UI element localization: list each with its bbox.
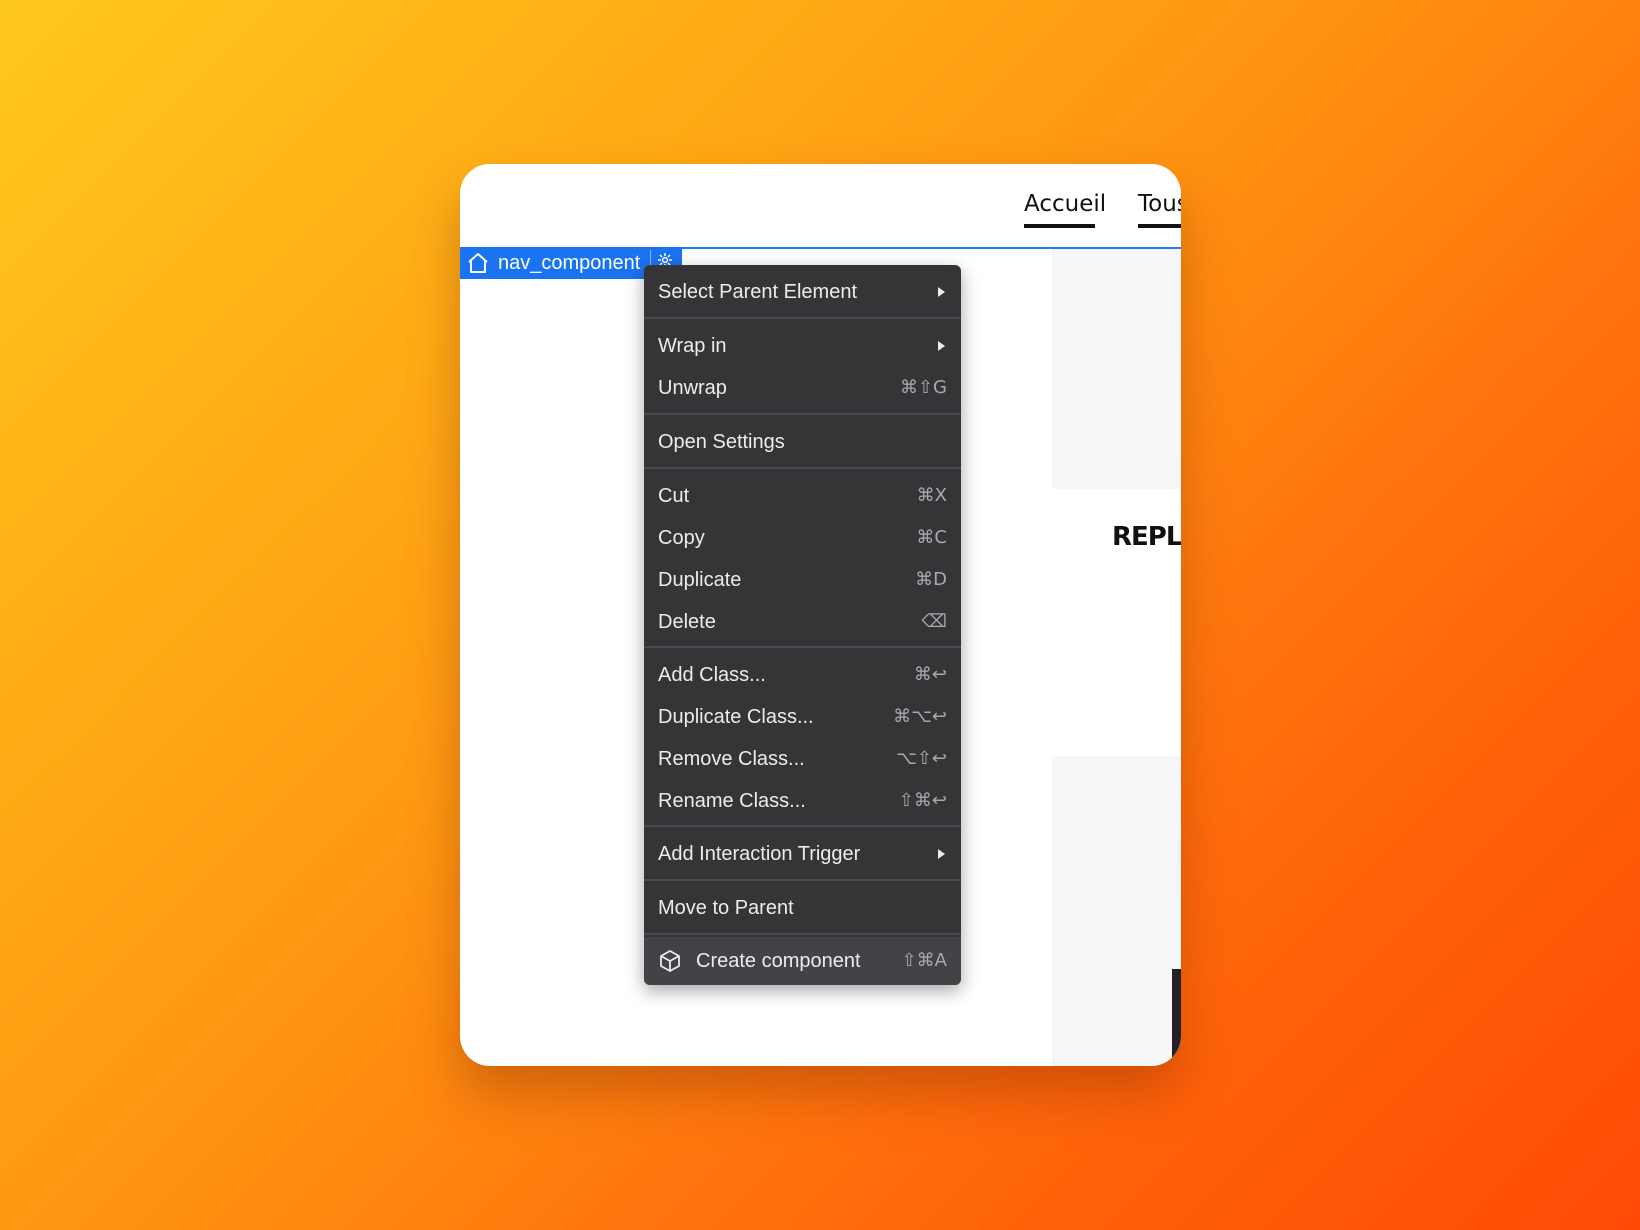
menu-item-label: Add Class... bbox=[658, 664, 766, 686]
menu-item-label: Delete bbox=[658, 611, 716, 633]
menu-item-open-settings[interactable]: Open Settings bbox=[644, 422, 961, 462]
menu-item-wrap-in[interactable]: Wrap in bbox=[644, 326, 961, 366]
content-panel-top bbox=[1052, 249, 1181, 489]
selected-element-label: nav_component bbox=[498, 252, 641, 274]
menu-item-move-to-parent[interactable]: Move to Parent bbox=[644, 888, 961, 928]
menu-item-label: Move to Parent bbox=[658, 897, 794, 919]
menu-item-label: Copy bbox=[658, 527, 705, 549]
menu-item-shortcut: ⇧⌘A bbox=[901, 950, 947, 971]
nav-link-accueil[interactable]: Accueil bbox=[1024, 190, 1106, 228]
menu-item-shortcut: ⌘X bbox=[916, 485, 947, 506]
menu-item-shortcut: ⌘D bbox=[915, 569, 947, 590]
menu-item-shortcut: ⌫ bbox=[921, 611, 947, 632]
site-navbar[interactable]: Accueil Tous bbox=[460, 164, 1181, 249]
menu-item-label: Duplicate Class... bbox=[658, 706, 814, 728]
menu-divider bbox=[644, 825, 961, 827]
headline-fragment: REPLA bbox=[1112, 522, 1181, 552]
menu-item-label: Duplicate bbox=[658, 569, 742, 591]
submenu-arrow-icon bbox=[938, 287, 945, 297]
menu-item-duplicate-class[interactable]: Duplicate Class... ⌘⌥↩ bbox=[644, 697, 961, 737]
menu-item-label: Unwrap bbox=[658, 377, 727, 399]
menu-item-add-class[interactable]: Add Class... ⌘↩ bbox=[644, 655, 961, 695]
content-panel-bottom bbox=[1052, 756, 1181, 1066]
menu-item-label: Remove Class... bbox=[658, 748, 805, 770]
menu-item-rename-class[interactable]: Rename Class... ⇧⌘↩ bbox=[644, 781, 961, 821]
menu-divider bbox=[644, 879, 961, 881]
submenu-arrow-icon bbox=[938, 341, 945, 351]
menu-item-remove-class[interactable]: Remove Class... ⌥⇧↩ bbox=[644, 739, 961, 779]
home-icon bbox=[468, 253, 488, 273]
menu-item-delete[interactable]: Delete ⌫ bbox=[644, 602, 961, 642]
menu-divider bbox=[644, 646, 961, 648]
menu-item-label: Create component bbox=[696, 950, 861, 972]
nav-link-tous[interactable]: Tous bbox=[1138, 190, 1181, 228]
menu-item-label: Cut bbox=[658, 485, 690, 507]
menu-divider bbox=[644, 317, 961, 319]
menu-divider bbox=[644, 467, 961, 469]
menu-item-label: Open Settings bbox=[658, 431, 785, 453]
menu-item-label: Wrap in bbox=[658, 335, 727, 357]
menu-item-shortcut: ⌘⇧G bbox=[899, 377, 947, 398]
menu-item-shortcut: ⌘⌥↩ bbox=[893, 706, 947, 727]
image-edge bbox=[1172, 969, 1181, 1059]
menu-item-copy[interactable]: Copy ⌘C bbox=[644, 518, 961, 558]
menu-divider bbox=[644, 413, 961, 415]
menu-item-shortcut: ⌘C bbox=[916, 527, 947, 548]
menu-item-shortcut: ⌥⇧↩ bbox=[896, 748, 947, 769]
menu-item-label: Rename Class... bbox=[658, 790, 806, 812]
menu-item-shortcut: ⇧⌘↩ bbox=[898, 790, 947, 811]
menu-item-duplicate[interactable]: Duplicate ⌘D bbox=[644, 560, 961, 600]
menu-item-create-component[interactable]: Create component ⇧⌘A bbox=[644, 937, 961, 985]
menu-item-cut[interactable]: Cut ⌘X bbox=[644, 476, 961, 516]
cube-icon bbox=[660, 950, 680, 972]
submenu-arrow-icon bbox=[938, 849, 945, 859]
menu-item-add-interaction-trigger[interactable]: Add Interaction Trigger bbox=[644, 834, 961, 874]
context-menu: Select Parent Element Wrap in Unwrap ⌘⇧G… bbox=[644, 265, 961, 985]
menu-item-label: Add Interaction Trigger bbox=[658, 843, 861, 865]
menu-item-shortcut: ⌘↩ bbox=[913, 664, 947, 685]
menu-item-label: Select Parent Element bbox=[658, 281, 857, 303]
menu-item-select-parent-element[interactable]: Select Parent Element bbox=[644, 272, 961, 312]
menu-item-unwrap[interactable]: Unwrap ⌘⇧G bbox=[644, 368, 961, 408]
menu-divider bbox=[644, 933, 961, 935]
